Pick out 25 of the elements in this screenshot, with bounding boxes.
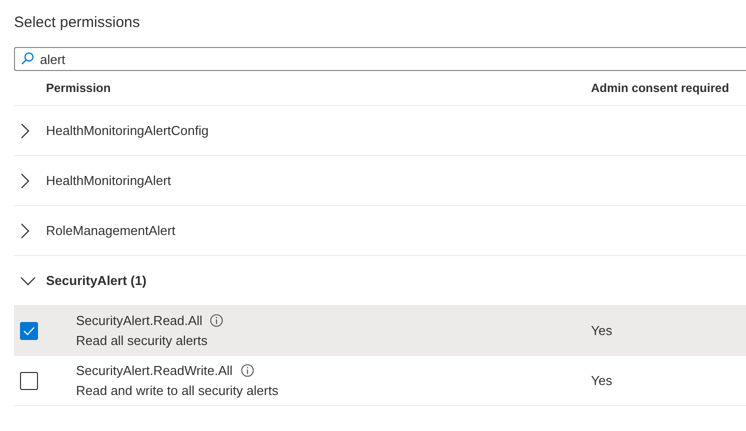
group-name[interactable]: RoleManagementAlert	[46, 223, 746, 238]
checkbox[interactable]	[20, 372, 38, 390]
permission-description: Read all security alerts	[76, 333, 208, 348]
check-icon	[23, 326, 35, 336]
info-icon[interactable]	[240, 364, 254, 377]
checkbox[interactable]	[20, 322, 38, 340]
permission-row[interactable]: SecurityAlert.Read.All Read all security alerts Yes	[14, 306, 746, 356]
chevron-right-icon[interactable]	[20, 172, 30, 188]
column-header: Permission	[46, 81, 112, 95]
chevron-right-icon[interactable]	[20, 222, 30, 238]
search-icon	[21, 52, 34, 65]
permission-name: SecurityAlert.ReadWrite.All	[76, 363, 233, 378]
group-name[interactable]: SecurityAlert (1)	[46, 273, 746, 288]
chevron-right-icon[interactable]	[20, 122, 30, 138]
column-header: Admin consent required	[591, 81, 730, 95]
search-field[interactable]: alert	[14, 47, 746, 71]
info-icon[interactable]	[210, 314, 224, 327]
permission-name: SecurityAlert.Read.All	[76, 313, 202, 328]
group-name[interactable]: HealthMonitoringAlertConfig	[46, 123, 746, 138]
group-name[interactable]: HealthMonitoringAlert	[46, 173, 746, 188]
chevron-down-icon[interactable]	[20, 276, 36, 286]
page-title: Select permissions	[14, 13, 141, 33]
admin-consent-value: Yes	[591, 323, 614, 338]
admin-consent-value: Yes	[591, 373, 614, 388]
permission-description: Read and write to all security alerts	[76, 383, 280, 398]
